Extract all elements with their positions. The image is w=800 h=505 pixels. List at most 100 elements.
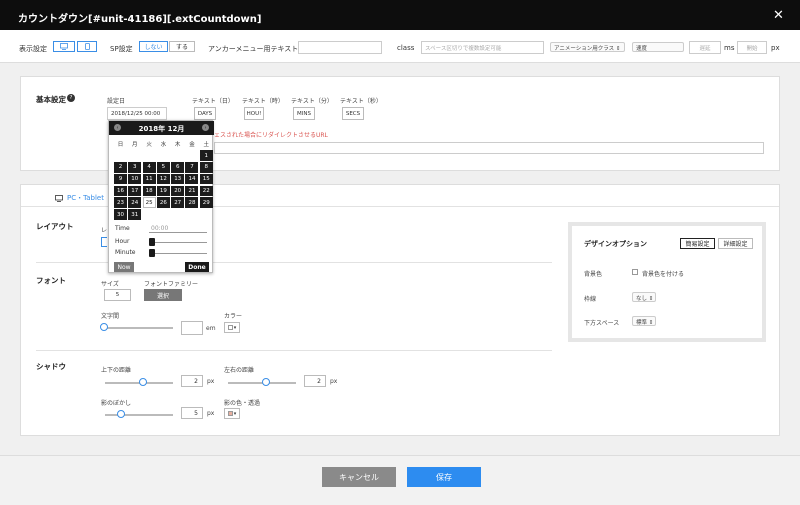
calendar-day[interactable]: 17: [128, 185, 142, 197]
delay-input[interactable]: 遅延: [689, 41, 721, 54]
bottom-space-select[interactable]: 標準 ⇕: [632, 316, 656, 326]
shadow-vertical-slider[interactable]: [139, 378, 147, 386]
anchor-text-input[interactable]: [298, 41, 382, 54]
calendar-day[interactable]: 4: [142, 162, 156, 173]
minute-slider[interactable]: [149, 249, 155, 257]
calendar-day[interactable]: 2: [114, 162, 127, 173]
font-color-label: カラー: [224, 313, 243, 320]
calendar-day-grid: 日月火水木金土 1 2 3 4 5 6 7 8 9 10 11 12 13 14 15 16 17 18 19 20 21…: [114, 139, 213, 220]
calendar-day[interactable]: 9: [114, 173, 127, 185]
chevron-down-icon: ▾: [233, 324, 237, 331]
detail-settings-tab[interactable]: 詳細設定: [718, 238, 753, 249]
next-month-icon[interactable]: ›: [202, 124, 209, 131]
start-offset-input[interactable]: 開始: [737, 41, 767, 54]
datetime-picker: ‹ 2018年 12月 › 日月火水木金土 1 2 3 4 5 6 7 8 9 10 11 12 13 14…: [108, 120, 214, 273]
font-family-button[interactable]: 選択: [144, 289, 182, 301]
border-select[interactable]: なし ⇕: [632, 292, 656, 302]
text-hour-input[interactable]: HOU!: [244, 107, 264, 120]
calendar-day[interactable]: 8: [199, 162, 213, 173]
calendar-day[interactable]: 10: [128, 173, 142, 185]
ms-unit-label: ms: [724, 44, 735, 52]
simple-settings-tab[interactable]: 簡易設定: [680, 238, 715, 249]
shadow-blur-slider[interactable]: [117, 410, 125, 418]
calendar-day[interactable]: 14: [185, 173, 199, 185]
tab-pc-tablet[interactable]: PC・Tablet: [55, 193, 104, 203]
cancel-button[interactable]: キャンセル: [322, 467, 396, 487]
calendar-day[interactable]: 20: [171, 185, 185, 197]
calendar-day[interactable]: 27: [171, 197, 185, 208]
calendar-day[interactable]: 13: [171, 173, 185, 185]
help-icon[interactable]: ?: [67, 94, 75, 102]
font-color-picker[interactable]: ▾: [224, 322, 240, 333]
calendar-day[interactable]: 22: [199, 185, 213, 197]
class-input[interactable]: スペース区切りで複数設定可能: [421, 41, 544, 54]
letter-spacing-label: 文字間: [101, 313, 120, 320]
shadow-horizontal-input[interactable]: 2: [304, 375, 326, 387]
text-day-label: テキスト（日）: [192, 98, 234, 105]
border-value: なし: [636, 296, 648, 302]
shadow-horizontal-px: px: [330, 378, 338, 385]
font-size-input[interactable]: 5: [104, 289, 131, 301]
calendar-day[interactable]: 3: [128, 162, 142, 173]
display-pc-button[interactable]: [53, 41, 75, 52]
text-day-input[interactable]: DAYS: [194, 107, 216, 120]
shadow-blur-input[interactable]: 5: [181, 407, 203, 419]
animation-class-select[interactable]: アニメーション用クラス ⇕: [550, 42, 625, 52]
calendar-day[interactable]: 28: [185, 197, 199, 208]
calendar-day[interactable]: 11: [142, 173, 156, 185]
calendar-day[interactable]: 7: [185, 162, 199, 173]
calendar-day[interactable]: 21: [185, 185, 199, 197]
calendar-day[interactable]: 24: [128, 197, 142, 208]
layout-select[interactable]: [101, 237, 107, 247]
calendar-day[interactable]: 12: [156, 173, 170, 185]
shadow-color-picker[interactable]: ▾: [224, 408, 240, 419]
hour-slider[interactable]: [149, 238, 155, 246]
sp-off-button[interactable]: しない: [139, 41, 168, 52]
calendar-day[interactable]: 5: [156, 162, 170, 173]
animation-class-value: アニメーション用クラス: [554, 46, 615, 52]
done-button[interactable]: Done: [185, 262, 209, 272]
shadow-horizontal-slider[interactable]: [262, 378, 270, 386]
text-sec-input[interactable]: SECS: [342, 107, 364, 120]
weekday-header: 水: [160, 142, 167, 148]
shadow-vertical-label: 上下の距離: [101, 367, 132, 374]
bg-color-checkbox[interactable]: [632, 269, 638, 275]
calendar-day[interactable]: 19: [156, 185, 170, 197]
letter-spacing-input[interactable]: [181, 321, 203, 335]
date-input[interactable]: 2018/12/25 00:00: [107, 107, 167, 120]
calendar-day[interactable]: 23: [114, 197, 127, 208]
weekday-header: 木: [174, 142, 181, 148]
weekday-header: 火: [146, 142, 152, 148]
date-label: 設定日: [107, 98, 126, 105]
letter-spacing-slider[interactable]: [100, 323, 108, 331]
shadow-vertical-input[interactable]: 2: [181, 375, 203, 387]
speed-select[interactable]: 速度: [632, 42, 684, 52]
redirect-url-input[interactable]: [214, 142, 764, 154]
shadow-color-label: 影の色・透過: [224, 400, 261, 407]
calendar-day[interactable]: 25: [142, 197, 156, 208]
display-sp-button[interactable]: [77, 41, 97, 52]
calendar-empty-cell: [185, 150, 198, 161]
calendar-day[interactable]: 29: [199, 197, 213, 208]
sp-on-button[interactable]: する: [169, 41, 195, 52]
shadow-title: シャドウ: [36, 362, 66, 371]
calendar-day[interactable]: 26: [156, 197, 170, 208]
calendar-day[interactable]: 16: [114, 185, 127, 197]
calendar-day[interactable]: 6: [171, 162, 185, 173]
layout-title: レイアウト: [36, 222, 74, 231]
calendar-day[interactable]: 1: [199, 150, 213, 161]
calendar-day[interactable]: 30: [114, 209, 127, 220]
text-min-input[interactable]: MINS: [293, 107, 315, 120]
calendar-day[interactable]: 18: [142, 185, 156, 197]
font-color-swatch: [227, 325, 233, 330]
close-icon[interactable]: ✕: [773, 8, 784, 23]
calendar-empty-cell: [157, 150, 170, 161]
now-button[interactable]: Now: [114, 262, 134, 272]
save-button[interactable]: 保存: [407, 467, 481, 487]
calendar-day[interactable]: 15: [199, 173, 213, 185]
sp-settings-label: SP設定: [110, 45, 133, 53]
calendar-empty-cell: [171, 209, 184, 220]
calendar-day[interactable]: 31: [128, 209, 142, 220]
calendar-month-title: 2018年 12月: [138, 125, 185, 133]
minute-label: Minute: [115, 249, 136, 256]
